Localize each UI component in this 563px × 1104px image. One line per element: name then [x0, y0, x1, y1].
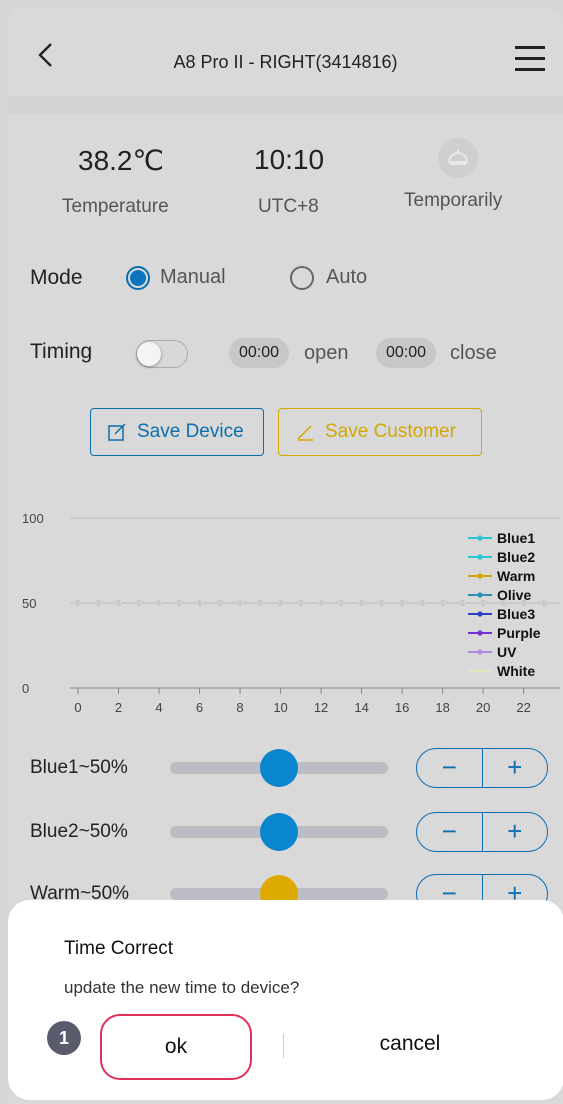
y-tick-label: 100 — [22, 511, 44, 526]
x-tick-label: 0 — [74, 700, 81, 715]
minus-button[interactable]: − — [417, 813, 483, 851]
page-title: A8 Pro II - RIGHT(3414816) — [173, 52, 398, 72]
x-tick-label: 14 — [354, 700, 368, 715]
timezone-label: UTC+8 — [258, 196, 319, 217]
timing-toggle[interactable] — [136, 340, 188, 368]
channel-label: Blue2~50% — [30, 821, 128, 842]
x-tick-label: 6 — [196, 700, 203, 715]
mode-manual-radio[interactable] — [126, 266, 150, 290]
temperature-label: Temperature — [62, 196, 169, 217]
step-badge: 1 — [47, 1021, 81, 1055]
dialog-title: Time Correct — [64, 938, 174, 959]
channel-slider-thumb[interactable] — [260, 813, 298, 851]
legend-marker-blue1 — [477, 535, 483, 541]
y-tick-label: 50 — [22, 596, 36, 611]
time-value: 10:10 — [254, 144, 325, 175]
dialog-message: update the new time to device? — [64, 978, 300, 997]
legend-marker-warm — [477, 573, 483, 579]
legend-label-blue2: Blue2 — [497, 549, 535, 565]
legend-label-blue1: Blue1 — [497, 530, 535, 546]
save-device-button[interactable]: Save Device — [90, 408, 264, 456]
pencil-icon — [297, 425, 313, 441]
save-customer-label: Save Customer — [325, 421, 456, 442]
dialog-button-divider — [283, 1034, 284, 1058]
legend-label-purple: Purple — [497, 625, 541, 641]
plus-button[interactable]: + — [483, 749, 548, 787]
mode-manual-label[interactable]: Manual — [160, 266, 226, 289]
save-customer-button[interactable]: Save Customer — [278, 408, 482, 456]
app-header: A8 Pro II - RIGHT(3414816) — [8, 8, 563, 96]
spectrum-chart: 0 50 100 0 2 4 6 8 10 12 14 16 18 20 22 Blue1 Blue2 Warm O… — [22, 511, 560, 715]
lamp-status-label: Temporarily — [404, 190, 503, 211]
lamp-icon[interactable] — [438, 138, 478, 178]
x-tick-label: 4 — [155, 700, 162, 715]
close-time-field[interactable]: 00:00 — [376, 338, 437, 368]
open-label: open — [304, 342, 349, 364]
header-divider — [8, 96, 563, 114]
mode-auto-radio[interactable] — [290, 266, 314, 290]
x-tick-label: 12 — [314, 700, 328, 715]
legend-marker-purple — [477, 630, 483, 636]
y-tick-label: 0 — [22, 681, 29, 696]
open-time-field[interactable]: 00:00 — [229, 338, 290, 368]
mode-auto-label[interactable]: Auto — [326, 266, 367, 289]
minus-button[interactable]: − — [417, 749, 483, 787]
temperature-value: 38.2℃ — [78, 145, 164, 176]
legend-label-white: White — [497, 663, 535, 679]
legend-marker-blue3 — [477, 611, 483, 617]
cancel-button[interactable]: cancel — [330, 1032, 490, 1056]
legend-marker-blue2 — [477, 554, 483, 560]
x-tick-label: 18 — [435, 700, 449, 715]
x-tick-label: 10 — [273, 700, 287, 715]
ok-button[interactable]: ok — [100, 1014, 252, 1080]
x-tick-label: 2 — [115, 700, 122, 715]
x-tick-label: 22 — [516, 700, 530, 715]
legend-marker-uv — [477, 649, 483, 655]
legend-label-warm: Warm — [497, 568, 535, 584]
channel-label: Blue1~50% — [30, 757, 128, 778]
legend-label-olive: Olive — [497, 587, 531, 603]
x-tick-label: 8 — [236, 700, 243, 715]
save-device-label: Save Device — [137, 421, 244, 442]
mode-label: Mode — [30, 266, 83, 289]
edit-icon — [108, 423, 126, 441]
close-label: close — [450, 342, 497, 364]
legend-marker-white — [477, 668, 483, 674]
time-correct-dialog — [8, 900, 563, 1100]
legend-label-uv: UV — [497, 644, 517, 660]
channel-slider-thumb[interactable] — [260, 749, 298, 787]
legend-marker-olive — [477, 592, 483, 598]
x-tick-label: 20 — [476, 700, 490, 715]
channel-stepper: − + — [416, 748, 548, 788]
timing-label: Timing — [30, 340, 93, 363]
channel-stepper: − + — [416, 812, 548, 852]
plus-button[interactable]: + — [483, 813, 548, 851]
hamburger-menu-icon[interactable] — [515, 46, 545, 71]
x-tick-label: 16 — [395, 700, 409, 715]
legend-label-blue3: Blue3 — [497, 606, 535, 622]
app-screen: A8 Pro II - RIGHT(3414816) 38.2℃ Tempera… — [8, 8, 563, 1104]
